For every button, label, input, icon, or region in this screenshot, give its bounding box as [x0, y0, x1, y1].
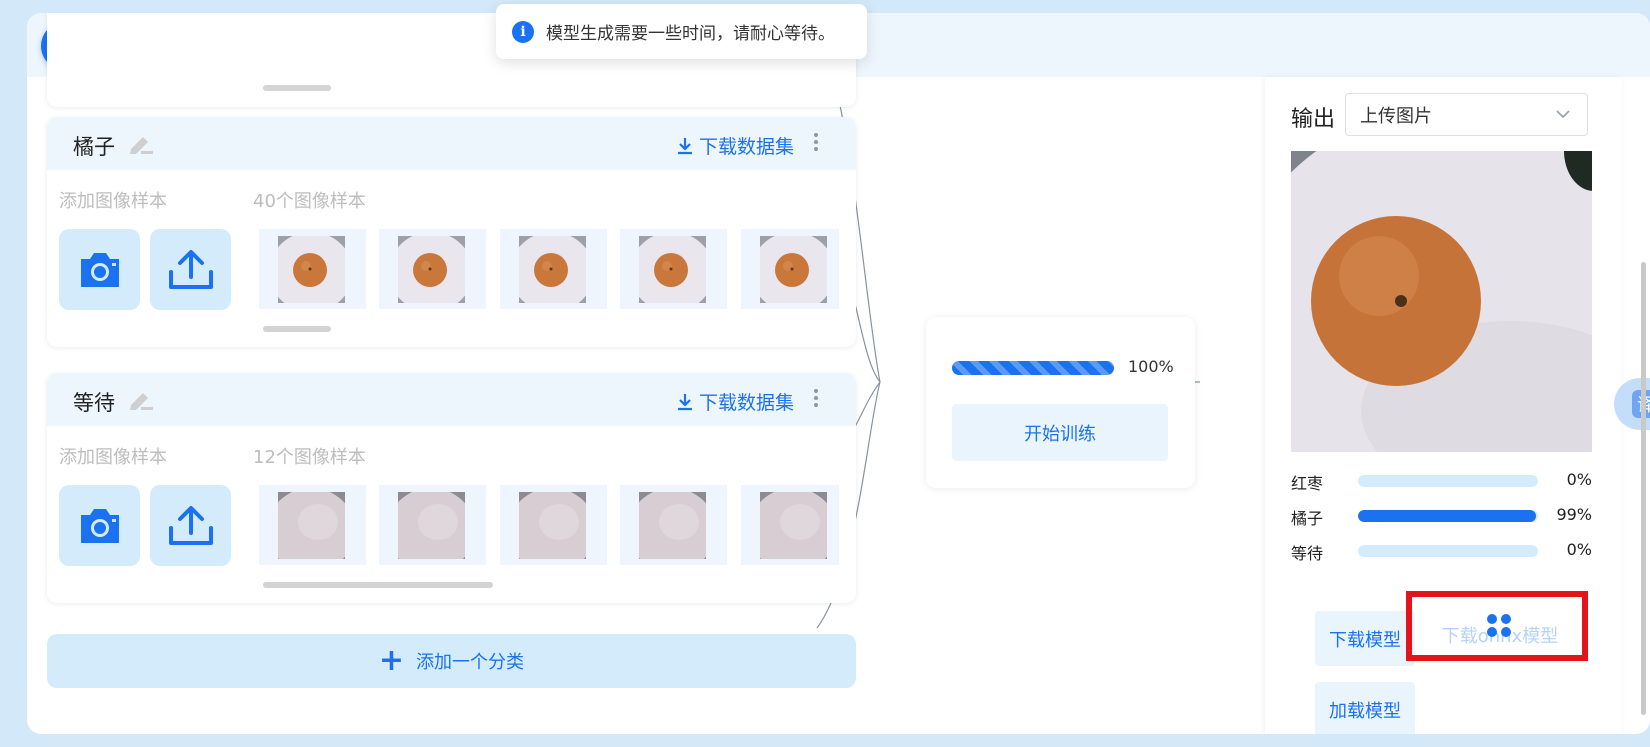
- add-sample-label: 添加图像样本: [59, 447, 167, 468]
- input-source-select[interactable]: 上传图片: [1345, 93, 1588, 136]
- download-model-button[interactable]: 下载模型: [1315, 611, 1415, 666]
- result-percent: 0%: [1566, 540, 1592, 559]
- more-icon[interactable]: [813, 133, 819, 151]
- result-row-orange: 橘子 99%: [1291, 505, 1592, 528]
- more-icon[interactable]: [813, 389, 819, 407]
- result-percent: 0%: [1566, 470, 1592, 489]
- download-icon: [678, 137, 692, 154]
- webcam-button[interactable]: [59, 229, 140, 310]
- sample-thumb[interactable]: [259, 229, 366, 309]
- sample-thumb[interactable]: [379, 229, 486, 309]
- edit-name-icon[interactable]: [127, 389, 155, 411]
- output-panel: 输出 上传图片 红枣 0% 橘子 99% 等待 0% 下载模型 下载onnx模型…: [1265, 77, 1622, 734]
- class-card-waiting: 等待 下载数据集 添加图像样本 12个图像样本: [47, 373, 856, 603]
- confidence-bar: [1358, 475, 1538, 487]
- chevron-down-icon: [1556, 110, 1570, 119]
- sample-thumb[interactable]: [500, 485, 607, 565]
- sample-count: 40个图像样本: [253, 191, 366, 212]
- sample-thumb[interactable]: [741, 229, 839, 309]
- info-icon: i: [512, 20, 534, 43]
- add-sample-label: 添加图像样本: [59, 191, 167, 212]
- training-card: 100% 开始训练: [926, 317, 1195, 488]
- plus-icon: +: [378, 643, 405, 678]
- output-preview-image: [1291, 151, 1592, 452]
- thumbnail-scrollbar[interactable]: [263, 582, 493, 588]
- confidence-bar-fill: [1358, 510, 1537, 522]
- result-row-waiting: 等待 0%: [1291, 540, 1592, 563]
- result-percent: 99%: [1556, 505, 1592, 524]
- upload-button[interactable]: [150, 485, 231, 566]
- sample-count: 12个图像样本: [253, 447, 366, 468]
- download-dataset-label: 下载数据集: [699, 136, 795, 158]
- result-label: 等待: [1291, 544, 1324, 563]
- app-window: 橘子 下载数据集 添加图像样本 40个图像样本 等待 下载数据集 添加图像样本 …: [27, 13, 1650, 734]
- output-label: 输出: [1291, 107, 1336, 132]
- select-value: 上传图片: [1360, 105, 1432, 127]
- sample-thumb[interactable]: [620, 229, 727, 309]
- result-label: 橘子: [1291, 509, 1324, 528]
- toast-notification: i 模型生成需要一些时间，请耐心等待。: [496, 4, 867, 59]
- toast-message: 模型生成需要一些时间，请耐心等待。: [546, 24, 835, 44]
- upload-icon: [168, 249, 213, 289]
- result-label: 红枣: [1291, 474, 1324, 493]
- webcam-button[interactable]: [59, 485, 140, 566]
- start-training-button[interactable]: 开始训练: [952, 404, 1168, 461]
- download-icon: [678, 393, 692, 410]
- class-card-header: 等待 下载数据集: [47, 373, 856, 426]
- camera-icon: [80, 252, 119, 287]
- upload-icon: [168, 505, 213, 545]
- class-name[interactable]: 等待: [73, 387, 115, 417]
- sample-thumb[interactable]: [620, 485, 727, 565]
- thumbnail-scrollbar[interactable]: [263, 326, 331, 332]
- sample-thumb[interactable]: [500, 229, 607, 309]
- download-dataset-button[interactable]: 下载数据集: [675, 132, 794, 159]
- add-class-label: 添加一个分类: [416, 652, 525, 673]
- panel-scrollbar[interactable]: [1641, 262, 1646, 715]
- load-model-button[interactable]: 加载模型: [1315, 682, 1415, 734]
- confidence-bar: [1358, 510, 1538, 522]
- class-card-orange: 橘子 下载数据集 添加图像样本 40个图像样本: [47, 117, 856, 347]
- upload-button[interactable]: [150, 229, 231, 310]
- sample-thumbnails: [259, 229, 839, 309]
- download-dataset-label: 下载数据集: [699, 392, 795, 414]
- sample-thumbnails: [259, 485, 839, 565]
- download-onnx-button[interactable]: 下载onnx模型: [1419, 607, 1581, 662]
- add-class-button[interactable]: + 添加一个分类: [47, 634, 856, 688]
- training-progress-label: 100%: [1128, 357, 1174, 376]
- edit-name-icon[interactable]: [127, 133, 155, 155]
- confidence-bar: [1358, 545, 1538, 557]
- class-name[interactable]: 橘子: [73, 131, 115, 161]
- camera-icon: [80, 508, 119, 543]
- training-progress-bar: [952, 361, 1114, 375]
- sample-thumb[interactable]: [259, 485, 366, 565]
- result-row-jujube: 红枣 0%: [1291, 470, 1592, 493]
- class-card-header: 橘子 下载数据集: [47, 117, 856, 170]
- download-dataset-button[interactable]: 下载数据集: [675, 388, 794, 415]
- sample-thumb[interactable]: [379, 485, 486, 565]
- sample-thumb[interactable]: [741, 485, 839, 565]
- scrollbar[interactable]: [263, 85, 331, 91]
